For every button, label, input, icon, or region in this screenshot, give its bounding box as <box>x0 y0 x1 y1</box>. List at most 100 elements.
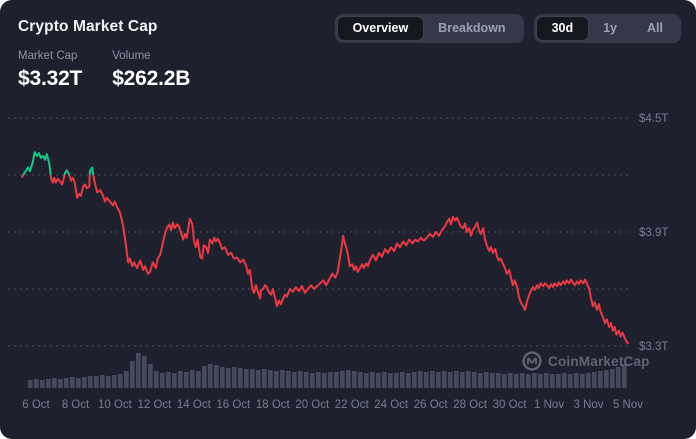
market-cap-stat: Market Cap $3.32T <box>18 50 82 91</box>
volume-bar <box>532 373 537 388</box>
volume-bar <box>376 373 381 388</box>
market-cap-value: $3.32T <box>18 67 82 91</box>
volume-bar <box>118 374 123 388</box>
volume-bar <box>232 367 237 388</box>
volume-bar <box>58 379 63 388</box>
volume-bar <box>292 372 297 388</box>
volume-bar <box>454 371 459 388</box>
volume-bar <box>250 369 255 388</box>
volume-bar <box>538 374 543 388</box>
volume-bar <box>334 372 339 388</box>
volume-bar <box>412 372 417 388</box>
range-toggle-option-30d[interactable]: 30d <box>537 17 589 40</box>
volume-bar <box>364 373 369 388</box>
volume-bar <box>256 370 261 388</box>
volume-bar <box>136 353 141 388</box>
volume-bar <box>460 372 465 388</box>
volume-bar <box>514 374 519 388</box>
volume-bar <box>94 376 99 388</box>
volume-bar <box>226 368 231 388</box>
volume-bar <box>166 372 171 388</box>
volume-bar <box>490 373 495 388</box>
volume-bar <box>70 377 75 388</box>
page-title: Crypto Market Cap <box>18 14 158 36</box>
coinmarketcap-m-logo-icon <box>522 351 542 371</box>
volume-bar <box>382 372 387 388</box>
x-axis-label: 1 Nov <box>534 399 564 411</box>
volume-bar <box>142 356 147 388</box>
volume-bar <box>310 373 315 388</box>
volume-bar <box>526 374 531 388</box>
volume-bar <box>436 372 441 388</box>
x-axis-label: 5 Nov <box>613 399 643 411</box>
x-axis-label: 22 Oct <box>335 399 370 411</box>
volume-bar <box>34 379 39 388</box>
range-toggle-option-1y[interactable]: 1y <box>588 17 632 40</box>
volume-bar <box>394 373 399 388</box>
volume-bar <box>484 372 489 388</box>
range-toggle-option-all[interactable]: All <box>632 17 678 40</box>
volume-bar <box>220 367 225 388</box>
volume-bar <box>52 378 57 388</box>
volume-bar <box>358 372 363 388</box>
volume-bar <box>550 374 555 388</box>
volume-bar <box>448 372 453 388</box>
x-axis-label: 6 Oct <box>22 399 50 411</box>
volume-bar <box>214 365 219 388</box>
market-cap-line <box>22 152 628 343</box>
volume-bar <box>430 371 435 388</box>
volume-bar <box>346 370 351 388</box>
x-axis-label: 3 Nov <box>574 399 604 411</box>
x-axis-label: 18 Oct <box>256 399 291 411</box>
volume-bar <box>172 373 177 388</box>
volume-bar <box>274 371 279 388</box>
volume-value: $262.2B <box>112 67 190 91</box>
volume-bar <box>304 372 309 388</box>
volume-bar <box>586 373 591 388</box>
volume-bar <box>472 372 477 388</box>
volume-bar <box>580 374 585 388</box>
volume-bar <box>352 371 357 388</box>
volume-bar <box>202 366 207 388</box>
volume-bar <box>196 371 201 388</box>
volume-bar <box>286 371 291 388</box>
volume-bar <box>556 374 561 388</box>
volume-label: Volume <box>112 50 190 62</box>
volume-bar <box>184 372 189 388</box>
volume-bar <box>124 371 129 388</box>
volume-bar <box>100 375 105 388</box>
volume-bar <box>238 368 243 388</box>
market-cap-chart[interactable]: $4.5T$3.9T$3.3T6 Oct8 Oct10 Oct12 Oct14 … <box>0 100 696 439</box>
volume-bar <box>400 372 405 388</box>
volume-bar <box>28 380 33 388</box>
y-axis-label: $4.5T <box>639 113 668 125</box>
stats-row: Market Cap $3.32T Volume $262.2B <box>18 50 190 91</box>
volume-bar <box>418 371 423 388</box>
x-axis-label: 8 Oct <box>62 399 90 411</box>
volume-bar <box>562 373 567 388</box>
volume-bar <box>340 371 345 388</box>
view-toggle-option-breakdown[interactable]: Breakdown <box>423 17 520 40</box>
volume-bar <box>604 370 609 388</box>
volume-bar <box>190 370 195 388</box>
volume-bar <box>544 373 549 388</box>
volume-bar <box>478 373 483 388</box>
view-toggle-option-overview[interactable]: Overview <box>338 17 424 40</box>
volume-bar <box>160 373 165 388</box>
x-axis-label: 24 Oct <box>374 399 409 411</box>
volume-bar <box>280 370 285 388</box>
range-toggle-group: 30d1yAll <box>534 14 681 43</box>
volume-bar <box>130 361 135 388</box>
volume-bar <box>442 371 447 388</box>
volume-bar <box>466 371 471 388</box>
watermark-text: CoinMarketCap <box>548 354 650 369</box>
volume-bar <box>154 371 159 388</box>
volume-bar <box>46 379 51 388</box>
volume-bar <box>106 376 111 388</box>
volume-bar <box>496 373 501 388</box>
volume-bar <box>64 378 69 388</box>
x-axis-label: 10 Oct <box>98 399 133 411</box>
volume-bar <box>76 378 81 388</box>
volume-bar <box>502 374 507 388</box>
x-axis-label: 12 Oct <box>137 399 172 411</box>
